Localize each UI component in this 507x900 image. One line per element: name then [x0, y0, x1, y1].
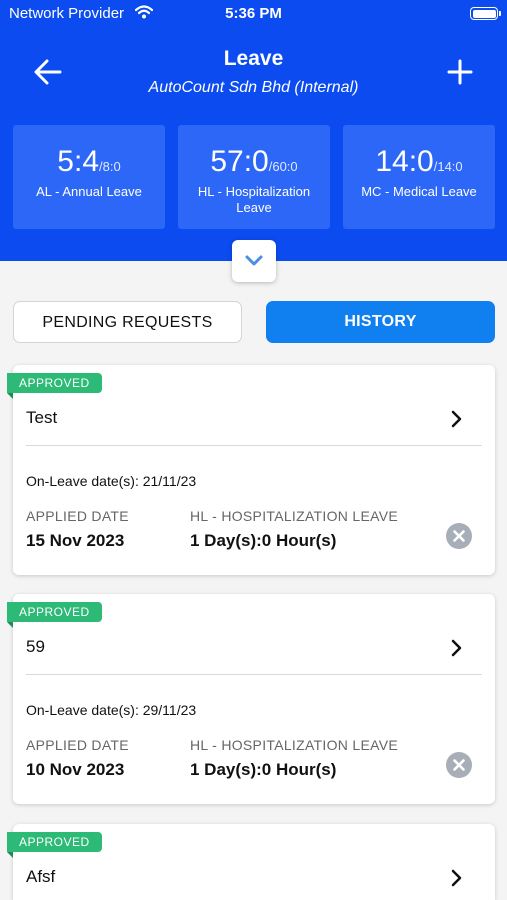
balance-card-annual[interactable]: 5:4/8:0 AL - Annual Leave [13, 125, 165, 229]
cancel-icon[interactable] [446, 752, 472, 778]
status-badge: APPROVED [7, 373, 102, 393]
status-badge: APPROVED [7, 832, 102, 852]
balance-used: 14:0 [375, 145, 434, 178]
battery-icon [470, 7, 501, 20]
leave-duration: 1 Day(s):0 Hour(s) [190, 531, 337, 550]
divider [26, 445, 482, 446]
balance-card-medical[interactable]: 14:0/14:0 MC - Medical Leave [343, 125, 495, 229]
tab-pending-requests[interactable]: PENDING REQUESTS [13, 301, 242, 343]
expand-button[interactable] [232, 240, 276, 282]
request-title: Test [26, 408, 58, 427]
page-title: Leave [223, 47, 284, 70]
leave-type-label: HL - HOSPITALIZATION LEAVE [190, 508, 398, 524]
request-title: Afsf [26, 867, 56, 886]
leave-type-label: HL - HOSPITALIZATION LEAVE [190, 737, 398, 753]
chevron-right-icon[interactable] [451, 869, 463, 887]
status-bar: Network Provider 5:36 PM [0, 0, 507, 28]
status-badge: APPROVED [7, 602, 102, 622]
balance-label: MC - Medical Leave [361, 184, 477, 199]
cancel-icon[interactable] [446, 523, 472, 549]
status-time: 5:36 PM [225, 5, 282, 22]
balance-card-hospitalization[interactable]: 57:0/60:0 HL - Hospitalization Leave [178, 125, 330, 229]
applied-date-label: APPLIED DATE [26, 508, 129, 524]
chevron-right-icon[interactable] [451, 639, 463, 657]
balance-total: /14:0 [433, 159, 463, 174]
balance-used: 5:4 [57, 145, 100, 178]
balance-label: HL - Hospitalization Leave [197, 184, 311, 215]
leave-request-card[interactable]: APPROVED Test On-Leave date(s): 21/11/23… [7, 365, 495, 575]
tab-history[interactable]: HISTORY [266, 301, 495, 343]
chevron-down-icon [245, 255, 263, 266]
balance-total: /8:0 [99, 159, 121, 174]
header: Network Provider 5:36 PM Leave AutoCount… [0, 0, 507, 261]
balance-total: /60:0 [268, 159, 298, 174]
applied-date: 10 Nov 2023 [26, 760, 125, 779]
applied-date: 15 Nov 2023 [26, 531, 125, 550]
balance-used: 57:0 [210, 145, 269, 178]
on-leave-dates: On-Leave date(s): 21/11/23 [26, 473, 197, 489]
leave-duration: 1 Day(s):0 Hour(s) [190, 760, 337, 779]
on-leave-dates: On-Leave date(s): 29/11/23 [26, 702, 197, 718]
leave-request-card[interactable]: APPROVED Afsf [7, 824, 495, 900]
chevron-right-icon[interactable] [451, 410, 463, 428]
leave-request-card[interactable]: APPROVED 59 On-Leave date(s): 29/11/23 A… [7, 594, 495, 804]
divider [26, 674, 482, 675]
applied-date-label: APPLIED DATE [26, 737, 129, 753]
add-icon[interactable] [443, 56, 477, 88]
request-title: 59 [26, 637, 45, 656]
balance-label: AL - Annual Leave [36, 184, 142, 199]
company-name: AutoCount Sdn Bhd (Internal) [148, 79, 359, 96]
